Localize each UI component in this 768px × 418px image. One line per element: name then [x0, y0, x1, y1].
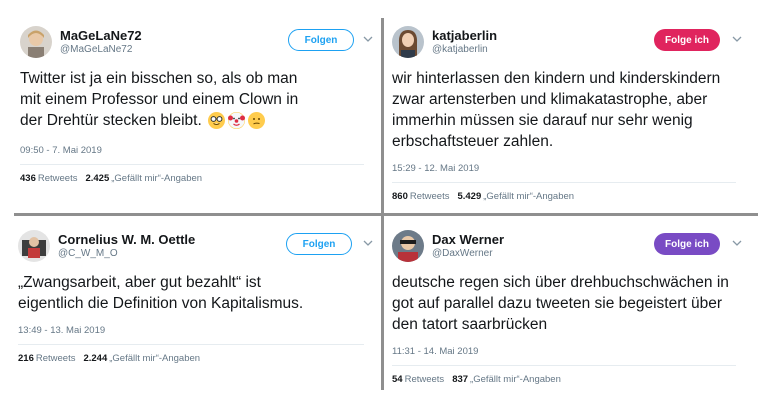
tweet-card: Dax Werner @DaxWerner Folge ich deutsche…	[392, 230, 752, 385]
like-count[interactable]: 2.425	[85, 173, 109, 184]
tweet-timestamp[interactable]: 13:49 - 13. Mai 2019	[18, 325, 378, 336]
chevron-down-icon[interactable]	[732, 34, 742, 44]
user-handle[interactable]: @katjaberlin	[432, 43, 497, 56]
like-count[interactable]: 2.244	[83, 353, 107, 364]
avatar[interactable]	[392, 230, 424, 262]
nerd-face-icon	[208, 112, 226, 130]
tweet-stats: 860 Retweets 5.429 „Gefällt mir“-Angaben	[392, 191, 752, 202]
like-count[interactable]: 5.429	[457, 191, 481, 202]
tweet-header: Dax Werner @DaxWerner Folge ich	[392, 230, 752, 266]
avatar[interactable]	[20, 26, 52, 58]
like-label: „Gefällt mir“-Angaben	[470, 374, 561, 385]
separator	[20, 164, 364, 165]
chevron-down-icon[interactable]	[363, 238, 373, 248]
tweet-header: katjaberlin @katjaberlin Folge ich	[392, 26, 752, 62]
tweet-text: wir hinterlassen den kindern und kinders…	[392, 70, 721, 150]
tweet-card: katjaberlin @katjaberlin Folge ich wir h…	[392, 26, 752, 202]
tweet-text: deutsche regen sich über drehbuchschwäch…	[392, 274, 729, 333]
retweet-count[interactable]: 54	[392, 374, 403, 385]
tweet-timestamp[interactable]: 11:31 - 14. Mai 2019	[392, 346, 752, 357]
display-name[interactable]: MaGeLaNe72	[60, 28, 142, 43]
horizontal-divider	[14, 213, 758, 216]
user-handle[interactable]: @C_W_M_O	[58, 247, 195, 260]
user-handle[interactable]: @MaGeLaNe72	[60, 43, 142, 56]
retweet-label: Retweets	[404, 374, 445, 385]
tweet-timestamp[interactable]: 15:29 - 12. Mai 2019	[392, 163, 752, 174]
like-label: „Gefällt mir“-Angaben	[109, 353, 201, 364]
tweet-card: Cornelius W. M. Oettle @C_W_M_O Folgen „…	[18, 230, 378, 364]
avatar[interactable]	[18, 230, 50, 262]
retweet-count[interactable]: 436	[20, 173, 36, 184]
retweet-label: Retweets	[37, 173, 78, 184]
tweet-stats: 54 Retweets 837 „Gefällt mir“-Angaben	[392, 374, 752, 385]
retweet-count[interactable]: 216	[18, 353, 34, 364]
tweet-text: Twitter ist ja ein bisschen so, als ob m…	[20, 70, 299, 130]
retweet-count[interactable]: 860	[392, 191, 408, 202]
tweet-stats: 436 Retweets 2.425 „Gefällt mir“-Angaben	[20, 173, 380, 184]
display-name[interactable]: Cornelius W. M. Oettle	[58, 232, 195, 247]
separator	[18, 344, 364, 345]
like-count[interactable]: 837	[452, 374, 468, 385]
separator	[392, 182, 736, 183]
chevron-down-icon[interactable]	[732, 238, 742, 248]
following-button[interactable]: Folge ich	[654, 29, 720, 51]
follow-button[interactable]: Folgen	[286, 233, 352, 255]
separator	[392, 365, 736, 366]
vertical-divider	[381, 18, 384, 390]
tweet-header: MaGeLaNe72 @MaGeLaNe72 Folgen	[20, 26, 380, 62]
tweet-text: „Zwangsarbeit, aber gut bezahlt“ ist eig…	[18, 274, 304, 312]
retweet-label: Retweets	[35, 353, 76, 364]
tweet-timestamp[interactable]: 09:50 - 7. Mai 2019	[20, 145, 380, 156]
tweet-collage: MaGeLaNe72 @MaGeLaNe72 Folgen Twitter is…	[0, 0, 768, 418]
display-name[interactable]: Dax Werner	[432, 232, 504, 247]
clown-face-icon	[228, 112, 246, 130]
chevron-down-icon[interactable]	[363, 34, 373, 44]
like-label: „Gefällt mir“-Angaben	[483, 191, 575, 202]
user-handle[interactable]: @DaxWerner	[432, 247, 504, 260]
like-label: „Gefällt mir“-Angaben	[111, 173, 203, 184]
retweet-label: Retweets	[409, 191, 450, 202]
confused-face-icon	[248, 112, 266, 130]
following-button[interactable]: Folge ich	[654, 233, 720, 255]
avatar[interactable]	[392, 26, 424, 58]
follow-button[interactable]: Folgen	[288, 29, 354, 51]
display-name[interactable]: katjaberlin	[432, 28, 497, 43]
tweet-card: MaGeLaNe72 @MaGeLaNe72 Folgen Twitter is…	[20, 26, 380, 184]
tweet-header: Cornelius W. M. Oettle @C_W_M_O Folgen	[18, 230, 378, 266]
tweet-stats: 216 Retweets 2.244 „Gefällt mir“-Angaben	[18, 353, 378, 364]
